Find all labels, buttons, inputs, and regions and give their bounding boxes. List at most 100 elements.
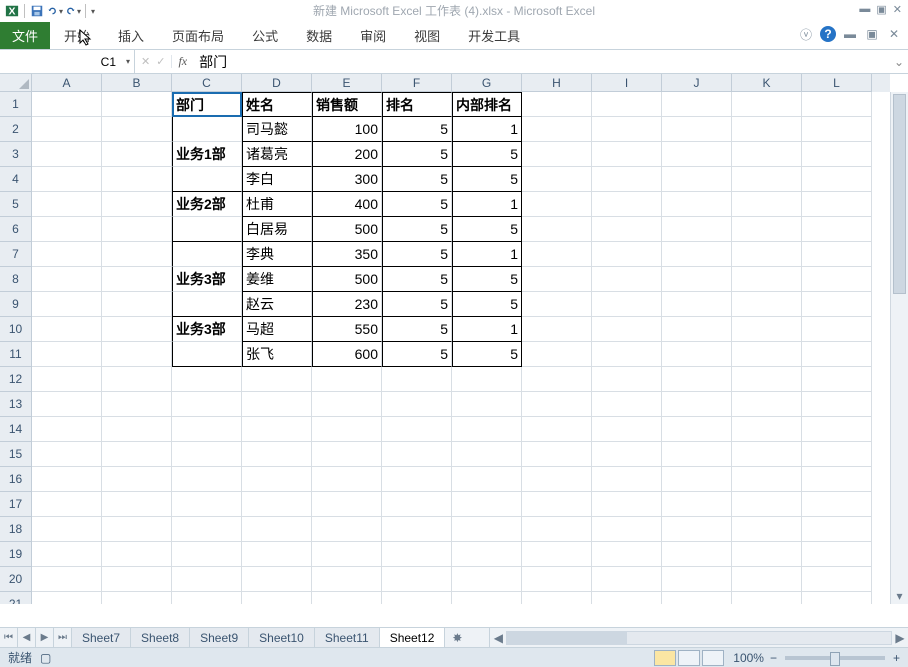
cell[interactable] (592, 117, 662, 142)
cell[interactable] (802, 92, 872, 117)
cell[interactable] (522, 142, 592, 167)
cell[interactable] (32, 217, 102, 242)
cell[interactable] (522, 492, 592, 517)
view-break-icon[interactable] (702, 650, 724, 666)
cell[interactable] (32, 392, 102, 417)
cell[interactable] (732, 267, 802, 292)
cell[interactable]: 部门 (172, 92, 242, 117)
cell[interactable] (172, 117, 242, 142)
cell[interactable] (172, 442, 242, 467)
cell[interactable] (172, 592, 242, 604)
cell[interactable] (102, 117, 172, 142)
sheet-tab[interactable]: Sheet10 (249, 628, 315, 647)
cell[interactable] (522, 292, 592, 317)
tab-dev[interactable]: 开发工具 (454, 22, 534, 49)
cell[interactable] (802, 292, 872, 317)
cell[interactable] (662, 417, 732, 442)
cell[interactable] (732, 192, 802, 217)
cell[interactable]: 杜甫 (242, 192, 312, 217)
cell[interactable] (732, 117, 802, 142)
cell[interactable] (102, 467, 172, 492)
cell[interactable] (172, 167, 242, 192)
tab-formula[interactable]: 公式 (238, 22, 292, 49)
cell[interactable] (172, 342, 242, 367)
cell[interactable] (732, 492, 802, 517)
cell[interactable] (592, 492, 662, 517)
cell[interactable]: 赵云 (242, 292, 312, 317)
tab-home[interactable]: 开始 (50, 22, 104, 49)
cell[interactable] (32, 417, 102, 442)
row-header[interactable]: 16 (0, 467, 32, 492)
cell[interactable]: 200 (312, 142, 382, 167)
scroll-thumb[interactable] (893, 94, 906, 294)
cell[interactable] (732, 342, 802, 367)
cell[interactable] (32, 492, 102, 517)
close-icon[interactable]: ✕ (893, 3, 902, 16)
cell[interactable]: 5 (382, 292, 452, 317)
cell[interactable] (312, 517, 382, 542)
cell[interactable] (382, 392, 452, 417)
cell[interactable] (452, 392, 522, 417)
row-header[interactable]: 12 (0, 367, 32, 392)
help-icon[interactable]: ? (820, 26, 836, 42)
cell[interactable] (662, 92, 732, 117)
cell[interactable] (732, 242, 802, 267)
cell[interactable] (382, 517, 452, 542)
cell[interactable] (32, 467, 102, 492)
cell[interactable]: 5 (382, 167, 452, 192)
cell[interactable]: 550 (312, 317, 382, 342)
cell[interactable] (312, 417, 382, 442)
sheet-tab[interactable]: Sheet7 (72, 628, 131, 647)
tab-layout[interactable]: 页面布局 (158, 22, 238, 49)
cell[interactable] (242, 517, 312, 542)
cell[interactable] (522, 392, 592, 417)
col-header[interactable]: A (32, 74, 102, 92)
row-header[interactable]: 10 (0, 317, 32, 342)
cell[interactable] (102, 242, 172, 267)
cell[interactable] (592, 442, 662, 467)
cell[interactable] (102, 517, 172, 542)
cell[interactable] (102, 392, 172, 417)
new-sheet-icon[interactable]: ✸ (445, 628, 469, 647)
cell[interactable]: 业务3部 (172, 317, 242, 342)
cell[interactable] (32, 592, 102, 604)
cell[interactable] (592, 217, 662, 242)
cell[interactable]: 业务3部 (172, 267, 242, 292)
zoom-level[interactable]: 100% (733, 651, 764, 665)
cell[interactable] (172, 567, 242, 592)
cell[interactable] (32, 167, 102, 192)
ribbon-min-icon[interactable]: ⓥ (798, 26, 814, 42)
cell[interactable] (32, 542, 102, 567)
col-header[interactable]: H (522, 74, 592, 92)
cell[interactable]: 1 (452, 192, 522, 217)
cell[interactable] (32, 442, 102, 467)
row-header[interactable]: 19 (0, 542, 32, 567)
cell[interactable] (452, 442, 522, 467)
cell[interactable] (32, 342, 102, 367)
excel-icon[interactable]: X (4, 3, 20, 19)
cell[interactable] (592, 342, 662, 367)
cell[interactable] (242, 467, 312, 492)
cell[interactable] (172, 292, 242, 317)
cell[interactable] (662, 492, 732, 517)
cell[interactable] (312, 592, 382, 604)
cell[interactable] (382, 542, 452, 567)
cell[interactable] (732, 467, 802, 492)
cell[interactable]: 350 (312, 242, 382, 267)
cell[interactable] (662, 392, 732, 417)
cell[interactable] (802, 192, 872, 217)
col-header[interactable]: L (802, 74, 872, 92)
cell[interactable] (592, 317, 662, 342)
cell[interactable] (592, 592, 662, 604)
cell[interactable] (452, 492, 522, 517)
cell[interactable] (802, 467, 872, 492)
sheet-tab[interactable]: Sheet11 (315, 628, 380, 647)
cell[interactable] (172, 517, 242, 542)
cell[interactable]: 400 (312, 192, 382, 217)
col-header[interactable]: E (312, 74, 382, 92)
file-tab[interactable]: 文件 (0, 22, 50, 49)
last-sheet-icon[interactable]: ⏭ (54, 628, 72, 647)
cell[interactable]: 5 (452, 267, 522, 292)
cell[interactable]: 5 (452, 342, 522, 367)
cell[interactable] (592, 142, 662, 167)
